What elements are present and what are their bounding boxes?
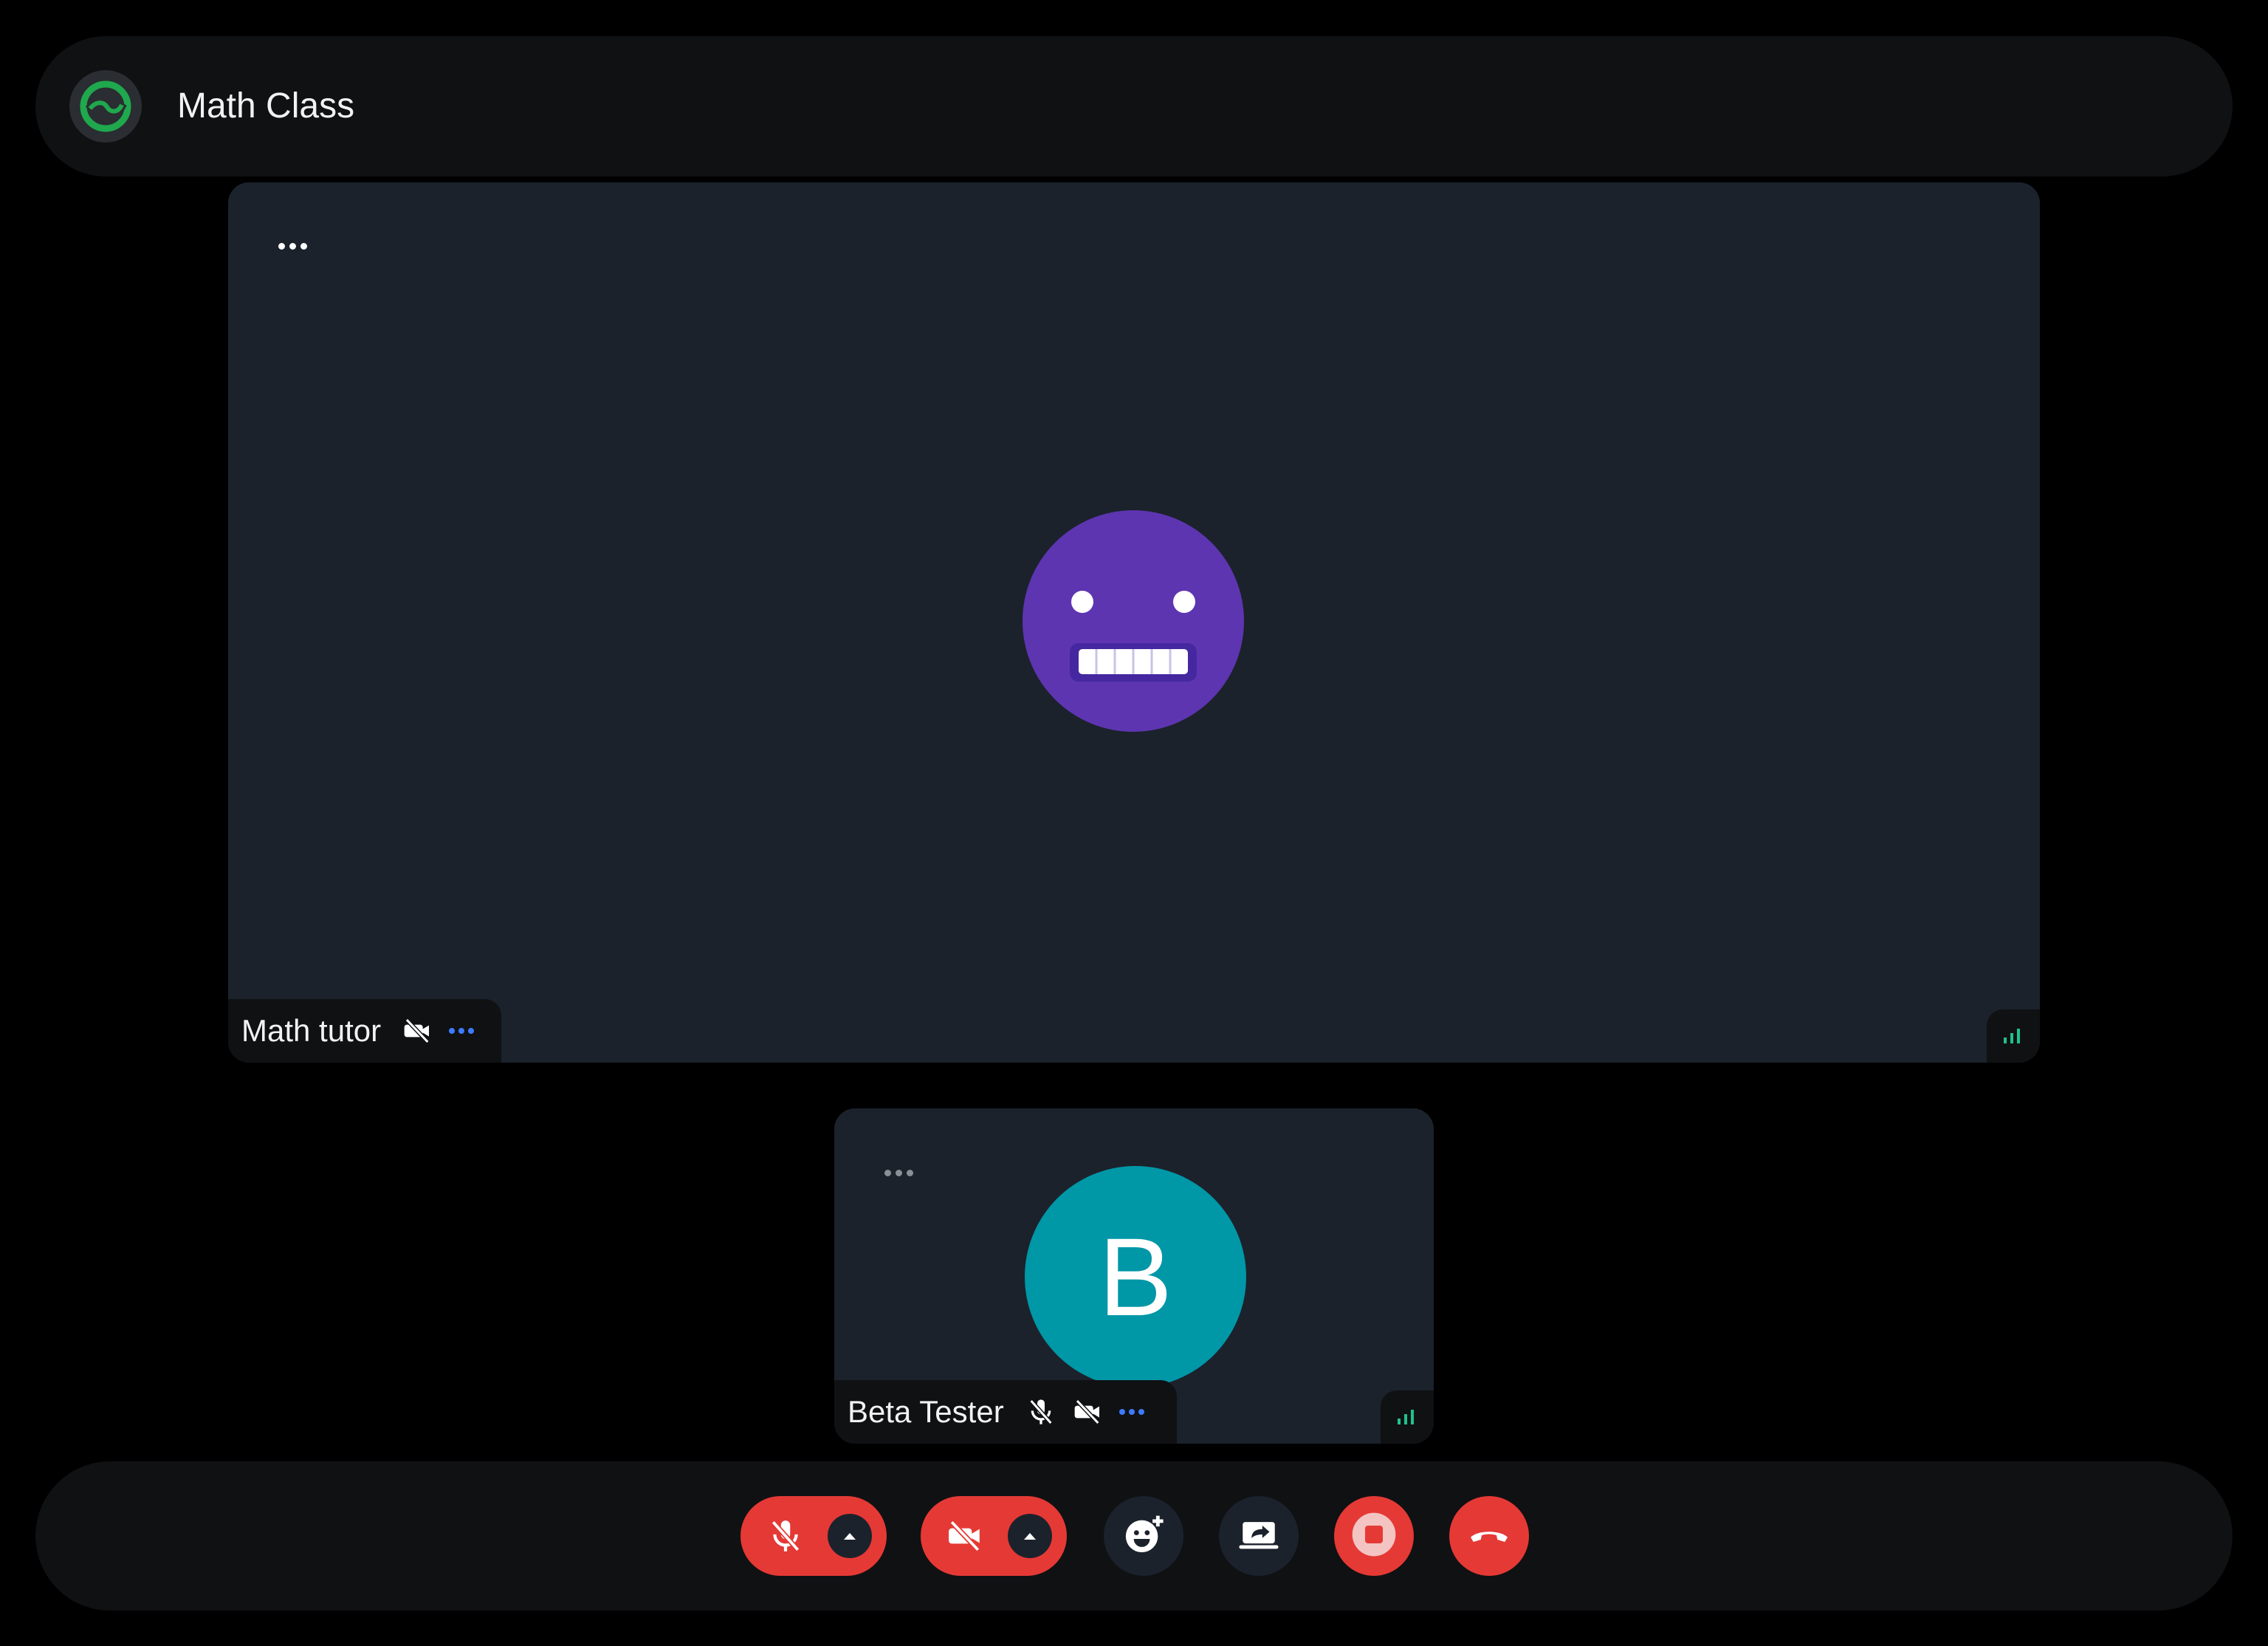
- participant-menu-icon[interactable]: [449, 1028, 475, 1034]
- screen-share-icon: [1237, 1513, 1280, 1560]
- mic-off-icon: [1025, 1396, 1057, 1428]
- participant-name: Math tutor: [241, 1013, 382, 1048]
- tile-more-icon[interactable]: [884, 1170, 913, 1176]
- hang-up-icon: [1467, 1512, 1511, 1560]
- participant-tile-secondary[interactable]: B Beta Tester: [834, 1108, 1434, 1444]
- grimace-emoji-avatar: [1023, 510, 1244, 732]
- stop-record-icon: [1350, 1511, 1398, 1562]
- mic-off-icon: [766, 1516, 805, 1556]
- participant-tile-main[interactable]: Math tutor: [228, 182, 2040, 1063]
- camera-options-chevron-up-icon[interactable]: [1008, 1514, 1052, 1558]
- avatar-letter: B: [1098, 1214, 1173, 1339]
- control-bar: [35, 1461, 2233, 1611]
- signal-strength-icon: [1987, 1009, 2040, 1063]
- mic-options-chevron-up-icon[interactable]: [828, 1514, 872, 1558]
- reactions-button[interactable]: [1104, 1496, 1183, 1576]
- stop-recording-button[interactable]: [1334, 1496, 1414, 1576]
- tile-more-icon[interactable]: [278, 243, 307, 250]
- letter-avatar: B: [1025, 1166, 1246, 1388]
- signal-strength-icon: [1381, 1390, 1434, 1444]
- camera-off-icon: [1072, 1396, 1104, 1428]
- screen-share-button[interactable]: [1219, 1496, 1299, 1576]
- camera-off-icon: [946, 1516, 986, 1556]
- camera-off-icon: [402, 1015, 434, 1047]
- participant-name-bar: Beta Tester: [834, 1380, 1177, 1444]
- emoji-add-icon: [1122, 1513, 1165, 1560]
- header-bar: Math Class: [35, 36, 2233, 176]
- microphone-toggle-button[interactable]: [740, 1496, 887, 1576]
- participant-menu-icon[interactable]: [1118, 1409, 1144, 1415]
- leave-call-button[interactable]: [1449, 1496, 1529, 1576]
- participant-name: Beta Tester: [848, 1394, 1004, 1429]
- room-title: Math Class: [177, 86, 355, 126]
- refresh-logo-icon: [69, 70, 142, 143]
- participant-name-bar: Math tutor: [228, 999, 501, 1063]
- camera-toggle-button[interactable]: [921, 1496, 1067, 1576]
